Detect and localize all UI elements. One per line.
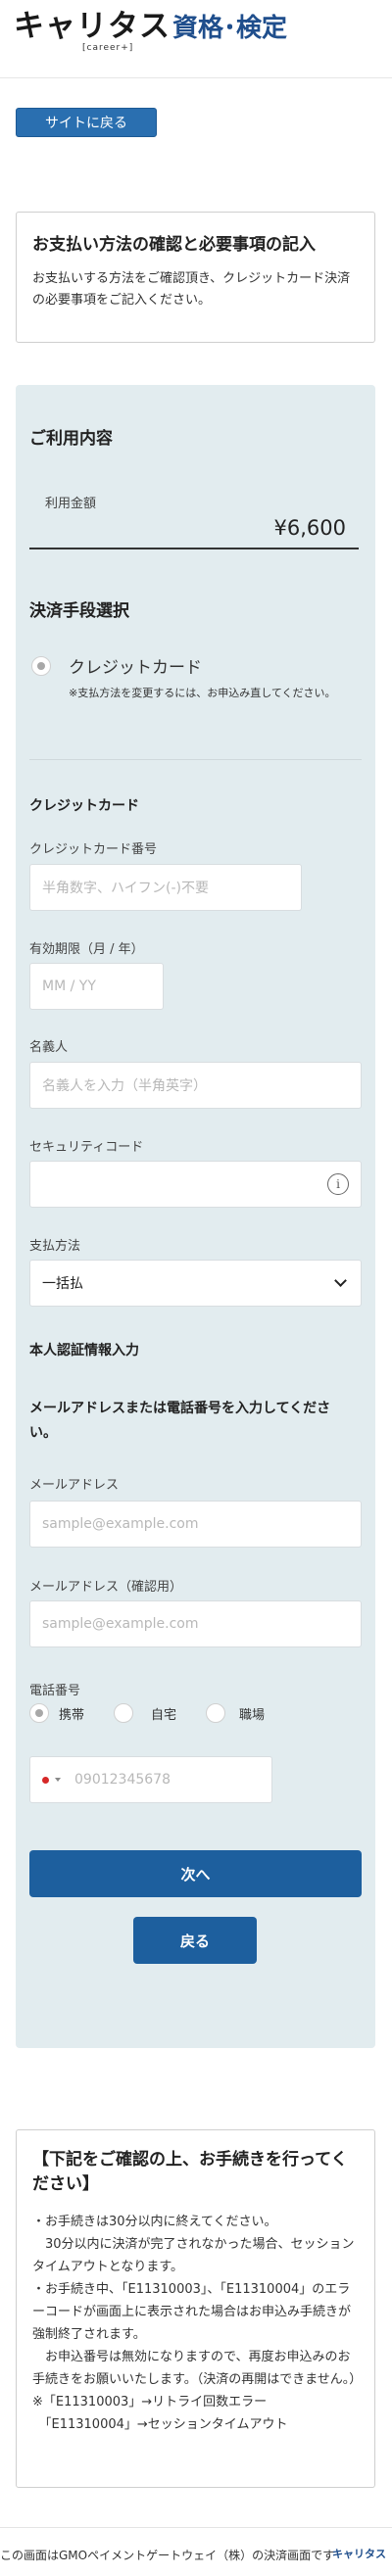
email-confirm-label: メールアドレス（確認用） <box>29 1580 183 1595</box>
phone-label: 電話番号 <box>29 1684 81 1698</box>
japan-flag-icon[interactable] <box>42 1776 61 1784</box>
email-input[interactable]: sample@example.com <box>29 1501 362 1548</box>
phone-type-work-radio[interactable] <box>206 1703 225 1723</box>
notice-line: 「E11310004」→セッションタイムアウト <box>32 2417 288 2432</box>
usage-heading: ご利用内容 <box>29 429 113 449</box>
holder-name-label: 名義人 <box>29 1040 69 1055</box>
phone-placeholder: 09012345678 <box>74 1772 171 1788</box>
site-logo[interactable]: キャリタス 資格･検定 <box>14 12 392 42</box>
amount-underline <box>29 548 359 549</box>
credit-card-radio[interactable] <box>31 655 51 676</box>
email-label: メールアドレス <box>29 1478 120 1493</box>
intro-title: お支払い方法の確認と必要事項の記入 <box>32 235 316 255</box>
chevron-down-icon <box>334 1274 347 1287</box>
notice-box: 【下記をご確認の上、お手続きを行ってください】 ・お手続きは30分以内に終えてく… <box>16 2129 375 2488</box>
notice-line: ・お手続きは30分以内に終えてください。 <box>32 2215 277 2229</box>
amount-value: ¥6,600 <box>273 516 346 540</box>
notice-body: ・お手続きは30分以内に終えてください。 30分以内に決済が完了されなかった場合… <box>32 2211 363 2436</box>
expiry-label: 有効期限（月 / 年） <box>29 942 144 957</box>
phone-type-home-label: 自宅 <box>151 1707 177 1723</box>
auth-instruction: メールアドレスまたは電話番号を入力してください。 <box>29 1401 331 1441</box>
payment-option-credit-card[interactable]: クレジットカード <box>31 653 202 678</box>
credit-card-option-label: クレジットカード <box>69 658 202 678</box>
phone-type-mobile-radio[interactable] <box>29 1703 49 1723</box>
card-number-label: クレジットカード番号 <box>29 842 158 857</box>
phone-input[interactable]: 09012345678 <box>29 1756 272 1803</box>
intro-text: お支払いする方法をご確認頂き、クレジットカード決済の必要事項をご記入ください。 <box>32 271 351 308</box>
auth-heading: 本人認証情報入力 <box>29 1343 139 1359</box>
site-header: キャリタス 資格･検定 [career+] <box>0 0 392 78</box>
footer-logo: キャリタス <box>332 2548 386 2560</box>
payment-form-panel: ご利用内容 利用金額 ¥6,600 決済手段選択 クレジットカード ※支払方法を… <box>16 385 375 2048</box>
next-button[interactable]: 次へ <box>29 1850 362 1897</box>
notice-line: ※「E11310003」→リトライ回数エラー <box>32 2395 268 2409</box>
holder-name-input[interactable]: 名義人を入力（半角英字） <box>29 1062 362 1109</box>
logo-main: キャリタス <box>14 9 171 44</box>
installment-select[interactable]: 一括払 <box>29 1260 362 1307</box>
section-divider <box>29 759 362 760</box>
card-number-input[interactable]: 半角数字、ハイフン(-)不要 <box>29 864 302 911</box>
installment-value: 一括払 <box>42 1276 83 1292</box>
intro-box: お支払い方法の確認と必要事項の記入 お支払いする方法をご確認頂き、クレジットカー… <box>16 212 375 343</box>
phone-type-work-label: 職場 <box>239 1707 266 1723</box>
security-code-input[interactable]: i <box>29 1161 362 1208</box>
email-confirm-input[interactable]: sample@example.com <box>29 1600 362 1647</box>
phone-type-group: 携帯 自宅 職場 <box>29 1703 265 1723</box>
security-code-label: セキュリティコード <box>29 1140 144 1155</box>
back-button[interactable]: 戻る <box>133 1917 257 1964</box>
amount-label: 利用金額 <box>45 497 97 511</box>
notice-line: お申込番号は無効になりますので、再度お申込みのお手続きをお願いいたします。（決済… <box>32 2350 363 2387</box>
logo-tagline: [career+] <box>82 43 134 53</box>
card-heading: クレジットカード <box>29 798 139 814</box>
phone-type-home-radio[interactable] <box>114 1703 133 1723</box>
expiry-input[interactable]: MM / YY <box>29 963 164 1010</box>
info-icon[interactable]: i <box>327 1173 349 1195</box>
page-footer: この画面はGMOペイメントゲートウェイ（株）の決済画面です キャリタス <box>0 2527 392 2576</box>
notice-line: ・お手続き中、「E11310003」、「E11310004」のエラーコードが画面… <box>32 2282 352 2342</box>
phone-type-mobile-label: 携帯 <box>59 1707 85 1723</box>
back-to-site-button[interactable]: サイトに戻る <box>16 108 157 137</box>
payment-method-heading: 決済手段選択 <box>29 601 129 621</box>
payment-method-note: ※支払方法を変更するには、お申込み直してください。 <box>69 687 336 699</box>
logo-sub: 資格･検定 <box>172 13 288 43</box>
notice-line: 30分以内に決済が完了されなかった場合、セッションタイムアウトとなります。 <box>32 2237 355 2274</box>
notice-title: 【下記をご確認の上、お手続きを行ってください】 <box>32 2150 348 2194</box>
installment-label: 支払方法 <box>29 1239 81 1254</box>
footer-text: この画面はGMOペイメントゲートウェイ（株）の決済画面です <box>0 2549 335 2562</box>
